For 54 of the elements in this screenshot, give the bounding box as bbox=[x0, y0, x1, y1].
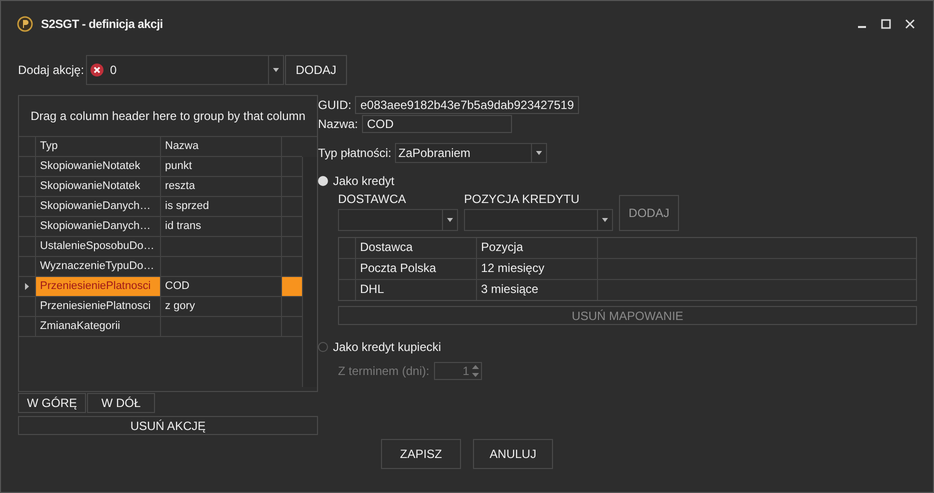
payment-type-combo[interactable]: ZaPobraniem bbox=[395, 143, 548, 163]
dropdown-arrow-icon bbox=[602, 218, 608, 222]
table-cell: 12 miesięcy bbox=[477, 259, 598, 279]
add-mapping-button[interactable]: DODAJ bbox=[619, 195, 679, 231]
spin-arrows-icon bbox=[472, 365, 480, 377]
term-label: Z terminem (dni): bbox=[338, 364, 430, 378]
table-cell[interactable]: PrzeniesieniePlatnosci bbox=[36, 297, 161, 316]
close-icon[interactable] bbox=[905, 19, 915, 29]
table-cell: Poczta Polska bbox=[356, 259, 477, 279]
table-cell[interactable]: SkopiowanieDanych… bbox=[36, 217, 161, 236]
table-cell[interactable]: SkopiowanieNotatek bbox=[36, 157, 161, 176]
table-cell: reszta bbox=[161, 177, 282, 196]
column-header[interactable]: Nazwa bbox=[161, 137, 282, 156]
add-action-label: Dodaj akcję: bbox=[18, 63, 84, 77]
credit-option-label: Jako kredyt bbox=[333, 174, 394, 188]
column-header[interactable]: Typ bbox=[36, 137, 161, 156]
guid-label: GUID: bbox=[318, 98, 352, 112]
add-button[interactable]: DODAJ bbox=[285, 55, 348, 85]
move-down-button[interactable]: W DÓŁ bbox=[87, 393, 155, 413]
dropdown-arrow-icon bbox=[273, 68, 280, 72]
table-cell[interactable]: UstalenieSposobuDo… bbox=[36, 237, 161, 256]
selection-marker bbox=[282, 277, 302, 296]
row-pointer-icon bbox=[25, 283, 29, 290]
maximize-icon[interactable] bbox=[881, 19, 891, 29]
credit-position-label: POZYCJA KREDYTU bbox=[464, 192, 580, 206]
table-cell[interactable]: SkopiowanieNotatek bbox=[36, 177, 161, 196]
table-cell: id trans bbox=[161, 217, 282, 236]
table-cell: is sprzed bbox=[161, 197, 282, 216]
table-cell: 3 miesiące bbox=[477, 280, 598, 300]
app-logo-icon bbox=[17, 16, 33, 32]
move-up-button[interactable]: W GÓRĘ bbox=[18, 393, 86, 413]
error-icon bbox=[90, 63, 104, 77]
column-header[interactable]: Pozycja bbox=[477, 238, 598, 258]
table-cell: DHL bbox=[356, 280, 477, 300]
save-button[interactable]: ZAPISZ bbox=[381, 439, 461, 469]
window-title: S2SGT - definicja akcji bbox=[41, 17, 163, 31]
cancel-button[interactable]: ANULUJ bbox=[473, 439, 553, 469]
table-cell: punkt bbox=[161, 157, 282, 176]
table-cell[interactable]: SkopiowanieDanych… bbox=[36, 197, 161, 216]
guid-field[interactable]: e083aee9182b43e7b5a9dab923427519 bbox=[355, 96, 579, 114]
merchant-credit-option-label: Jako kredyt kupiecki bbox=[333, 340, 442, 354]
supplier-label: DOSTAWCA bbox=[338, 192, 407, 206]
remove-action-button[interactable]: USUŃ AKCJĘ bbox=[18, 416, 318, 435]
payment-type-label: Typ płatności: bbox=[318, 146, 392, 160]
column-header[interactable]: Dostawca bbox=[356, 238, 477, 258]
name-field[interactable]: COD bbox=[362, 114, 512, 132]
table-cell: z gory bbox=[161, 297, 282, 316]
table-cell[interactable]: WyznaczenieTypuDo… bbox=[36, 257, 161, 276]
group-hint: Drag a column header here to group by that column bbox=[19, 96, 317, 137]
dropdown-arrow-icon bbox=[536, 151, 542, 155]
name-label: Nazwa: bbox=[318, 116, 358, 130]
table-cell[interactable]: ZmianaKategorii bbox=[36, 317, 161, 336]
action-combo[interactable]: 0 bbox=[86, 55, 284, 85]
dropdown-arrow-icon bbox=[447, 218, 453, 222]
